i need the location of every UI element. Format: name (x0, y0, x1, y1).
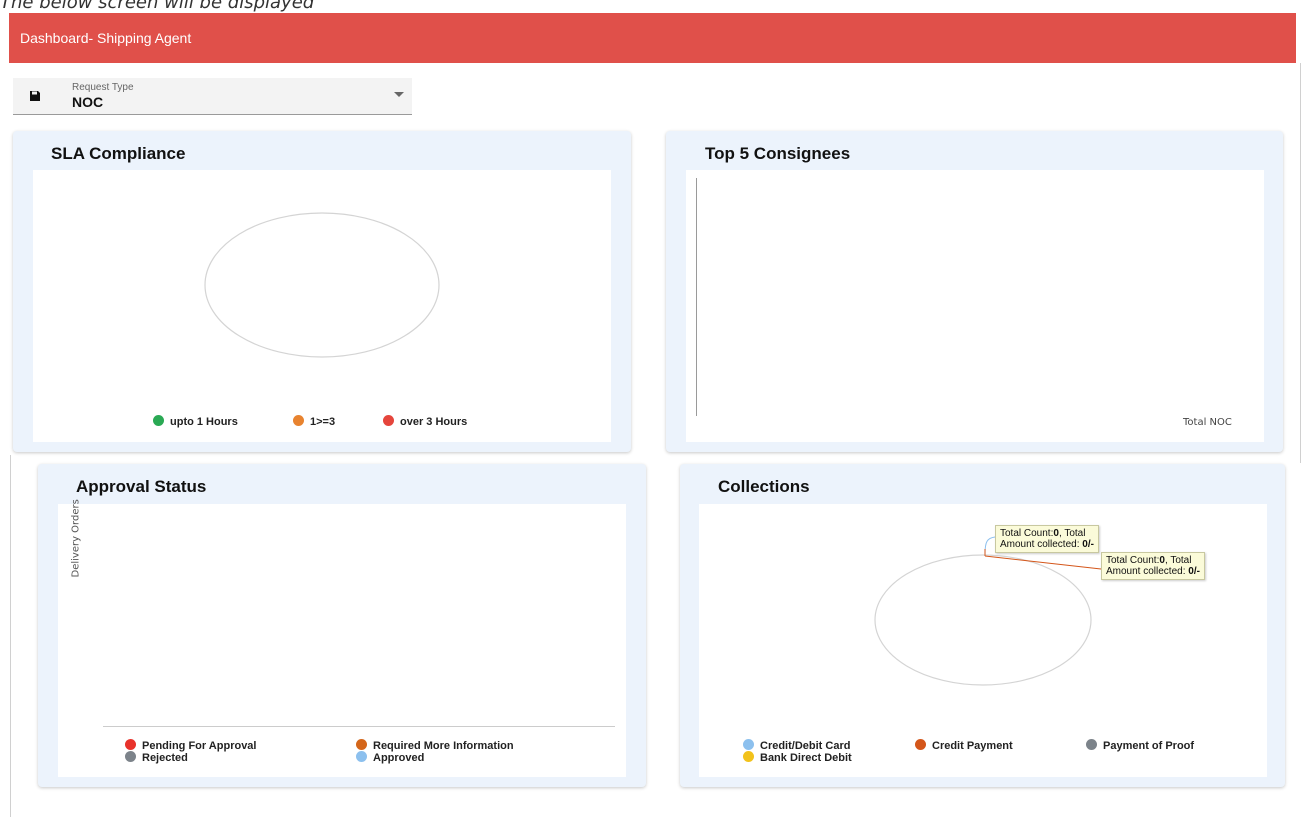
tooltip-text: Total Count: (1000, 528, 1054, 539)
consignees-chart-area: Total NOC (686, 170, 1264, 442)
tooltip-amount: 0/- (1082, 539, 1094, 550)
collections-title: Collections (718, 477, 810, 496)
legend-dot (356, 751, 367, 762)
approval-legend-item[interactable]: Rejected (125, 751, 188, 764)
legend-label: Payment of Proof (1103, 740, 1195, 752)
collections-pie-chart (874, 536, 1102, 686)
sla-compliance-title: SLA Compliance (51, 144, 186, 163)
y-axis-line (696, 178, 697, 416)
top-consignees-card: Top 5 Consignees Total NOC (666, 131, 1283, 452)
legend-label: upto 1 Hours (170, 416, 238, 428)
legend-label: Approved (373, 752, 425, 764)
tooltip-text: Total Count: (1106, 555, 1160, 566)
legend-label: over 3 Hours (400, 416, 468, 428)
page-title: Dashboard- Shipping Agent (20, 30, 192, 46)
sla-legend-item[interactable]: over 3 Hours (383, 415, 467, 428)
x-axis-label: Total NOC (1183, 417, 1232, 428)
collections-legend-item[interactable]: Bank Direct Debit (743, 751, 852, 764)
sla-pie-chart (204, 212, 440, 358)
legend-dot (383, 415, 394, 426)
collections-tooltip: Total Count:0, Total Amount collected: 0… (1101, 552, 1205, 580)
sla-compliance-card: SLA Compliance upto 1 Hours 1>=3 over 3 … (13, 131, 631, 452)
approval-legend-item[interactable]: Approved (356, 751, 424, 764)
request-type-value: NOC (72, 94, 104, 110)
legend-label: Credit Payment (932, 740, 1013, 752)
tooltip-text: Amount collected: (1106, 566, 1189, 577)
legend-dot (1086, 739, 1097, 750)
app-header: Dashboard- Shipping Agent (9, 13, 1296, 63)
legend-dot (915, 739, 926, 750)
request-type-select[interactable]: Request Type NOC (13, 78, 412, 115)
approval-chart-area: Delivery Orders Pending For Approval Req… (58, 499, 626, 777)
sla-legend-item[interactable]: 1>=3 (293, 415, 335, 428)
legend-dot (125, 751, 136, 762)
tooltip-text: Amount collected: (1000, 539, 1083, 550)
collections-chart-area: Total Count:0, Total Amount collected: 0… (699, 504, 1267, 777)
legend-dot (356, 739, 367, 750)
page-caption: The below screen will be displayed (0, 0, 315, 13)
tooltip-text: , Total (1058, 528, 1086, 539)
sla-chart-area: upto 1 Hours 1>=3 over 3 Hours (33, 170, 611, 442)
legend-dot (293, 415, 304, 426)
legend-dot (153, 415, 164, 426)
legend-dot (743, 751, 754, 762)
approval-status-card: Approval Status Delivery Orders Pending … (38, 464, 646, 787)
legend-label: Rejected (142, 752, 188, 764)
x-axis-line (103, 726, 615, 727)
collections-legend-item[interactable]: Payment of Proof (1086, 739, 1194, 752)
legend-dot (125, 739, 136, 750)
chevron-down-icon[interactable] (394, 92, 404, 97)
sla-legend-item[interactable]: upto 1 Hours (153, 415, 238, 428)
divider (1300, 63, 1301, 463)
save-icon (30, 91, 40, 101)
legend-label: Bank Direct Debit (760, 752, 852, 764)
tooltip-connector (984, 536, 996, 555)
divider (10, 455, 11, 817)
approval-status-title: Approval Status (76, 477, 207, 496)
collections-pie-outline (874, 554, 1092, 686)
sla-pie-outline (204, 212, 440, 358)
legend-dot (743, 739, 754, 750)
top-consignees-title: Top 5 Consignees (705, 144, 851, 163)
collections-card: Collections Total Count:0, Total Amount … (680, 464, 1285, 787)
request-type-label: Request Type (72, 82, 134, 93)
collections-legend-item[interactable]: Credit Payment (915, 739, 1013, 752)
legend-label: 1>=3 (310, 416, 336, 428)
y-axis-label: Delivery Orders (70, 499, 82, 578)
collections-tooltip: Total Count:0, Total Amount collected: 0… (995, 525, 1099, 553)
tooltip-amount: 0/- (1188, 566, 1200, 577)
tooltip-text: , Total (1164, 555, 1192, 566)
